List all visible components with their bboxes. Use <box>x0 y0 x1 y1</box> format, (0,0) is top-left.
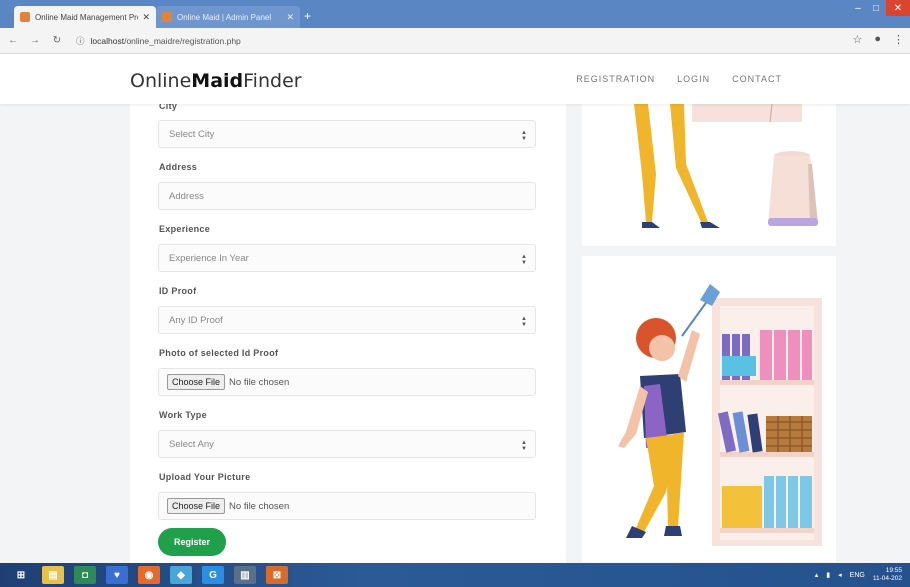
chat-app-icon[interactable]: ◆ <box>170 566 192 584</box>
work-type-label: Work Type <box>159 410 207 420</box>
browser-tab-strip: Online Maid Management Proje ✕ Online Ma… <box>0 0 910 28</box>
menu-dots-icon[interactable]: ⋮ <box>893 33 904 46</box>
clock[interactable]: 19:55 11-04-202 <box>873 567 902 583</box>
experience-value: Experience In Year <box>169 252 249 264</box>
tray-arrow-icon[interactable]: ▴ <box>815 571 819 579</box>
picture-file-input[interactable]: Choose File No file chosen <box>158 492 536 520</box>
work-type-value: Select Any <box>169 438 214 450</box>
nav-login[interactable]: LOGIN <box>677 74 710 84</box>
url-path: /online_maidre/registration.php <box>124 35 241 46</box>
volume-icon[interactable]: ◂ <box>838 571 842 579</box>
city-value: Select City <box>169 128 215 140</box>
tab-title: Online Maid Management Proje <box>35 12 139 22</box>
site-navbar: OnlineMaidFinder REGISTRATION LOGIN CONT… <box>0 54 910 104</box>
file-status: No file chosen <box>229 376 290 388</box>
chrome-icon[interactable]: G <box>202 566 224 584</box>
minimize-icon[interactable]: – <box>850 0 866 16</box>
address-bar: ← → ↻ ⓘ localhost/online_maidre/registrat… <box>0 28 910 54</box>
clock-time: 19:55 <box>885 567 902 574</box>
forward-icon[interactable]: → <box>26 35 44 46</box>
work-type-select[interactable]: Select Any ▲ ▼ <box>158 430 536 458</box>
close-tab-icon[interactable]: ✕ <box>142 12 150 23</box>
brand-logo[interactable]: OnlineMaidFinder <box>130 70 302 92</box>
experience-label: Experience <box>159 224 211 234</box>
id-proof-select[interactable]: Any ID Proof ▲ ▼ <box>158 306 536 334</box>
info-icon: ⓘ <box>76 35 85 46</box>
network-icon[interactable]: ▮ <box>826 571 830 579</box>
bookmark-star-icon[interactable]: ☆ <box>852 33 862 46</box>
tab-registration[interactable]: Online Maid Management Proje ✕ <box>14 6 156 28</box>
system-tray: ▴ ▮ ◂ ENG 19:55 11-04-202 <box>815 567 902 583</box>
chevron-down-icon: ▲ ▼ <box>521 130 527 142</box>
register-button[interactable]: Register <box>158 528 226 556</box>
address-placeholder: Address <box>169 190 204 202</box>
maid-dusting-illustration <box>618 284 822 546</box>
xampp-icon[interactable]: ⊠ <box>266 566 288 584</box>
site-menu: REGISTRATION LOGIN CONTACT <box>576 74 782 84</box>
address-label: Address <box>159 162 198 172</box>
city-select[interactable]: Select City ▲ ▼ <box>158 120 536 148</box>
reload-icon[interactable]: ↻ <box>48 35 66 46</box>
nav-contact[interactable]: CONTACT <box>732 74 782 84</box>
back-icon[interactable]: ← <box>4 35 22 46</box>
id-proof-value: Any ID Proof <box>169 314 223 326</box>
close-window-icon[interactable]: ✕ <box>886 0 910 16</box>
url-field[interactable]: ⓘ localhost/online_maidre/registration.ph… <box>76 35 241 47</box>
illustration-bottom <box>582 256 836 562</box>
file-status: No file chosen <box>229 500 290 512</box>
tab-title: Online Maid | Admin Panel <box>177 12 272 22</box>
media-player-icon[interactable]: ◉ <box>138 566 160 584</box>
illustration-top <box>582 104 836 246</box>
window-controls: – □ ✕ <box>848 0 910 20</box>
chevron-down-icon: ▲ ▼ <box>521 254 527 266</box>
nav-registration[interactable]: REGISTRATION <box>576 74 655 84</box>
tab-admin-panel[interactable]: Online Maid | Admin Panel ✕ <box>156 6 300 28</box>
registration-form: City Select City ▲ ▼ Address Address Expe… <box>130 101 566 564</box>
choose-file-button[interactable]: Choose File <box>167 374 226 390</box>
shield-app-icon[interactable]: ♥ <box>106 566 128 584</box>
windows-start-icon[interactable]: ⊞ <box>10 566 32 584</box>
url-host: localhost <box>90 35 125 46</box>
choose-file-button[interactable]: Choose File <box>167 498 226 514</box>
page-favicon-icon <box>20 12 30 22</box>
chevron-down-icon: ▲ ▼ <box>521 316 527 328</box>
picture-label: Upload Your Picture <box>159 472 251 482</box>
document-app-icon[interactable]: ▥ <box>234 566 256 584</box>
maximize-icon[interactable]: □ <box>868 0 884 16</box>
new-tab-icon[interactable]: + <box>304 9 311 23</box>
store-icon[interactable]: ◘ <box>74 566 96 584</box>
address-input[interactable]: Address <box>158 182 536 210</box>
address-bar-actions: ☆ ● ⋮ <box>852 33 904 46</box>
maid-legs-illustration <box>634 104 818 228</box>
close-tab-icon[interactable]: ✕ <box>286 12 294 23</box>
chevron-down-icon: ▲ ▼ <box>521 440 527 452</box>
windows-taskbar: ⊞ ▤ ◘ ♥ ◉ ◆ G ▥ ⊠ ▴ ▮ ◂ ENG 19:55 11-04-… <box>0 563 910 587</box>
experience-select[interactable]: Experience In Year ▲ ▼ <box>158 244 536 272</box>
clock-date: 11-04-202 <box>872 575 902 582</box>
tray-lang[interactable]: ENG <box>850 572 865 579</box>
file-explorer-icon[interactable]: ▤ <box>42 566 64 584</box>
id-photo-label: Photo of selected Id Proof <box>159 348 279 358</box>
id-proof-label: ID Proof <box>159 286 197 296</box>
page-favicon-icon <box>162 12 172 22</box>
profile-icon[interactable]: ● <box>874 33 881 46</box>
id-photo-file-input[interactable]: Choose File No file chosen <box>158 368 536 396</box>
